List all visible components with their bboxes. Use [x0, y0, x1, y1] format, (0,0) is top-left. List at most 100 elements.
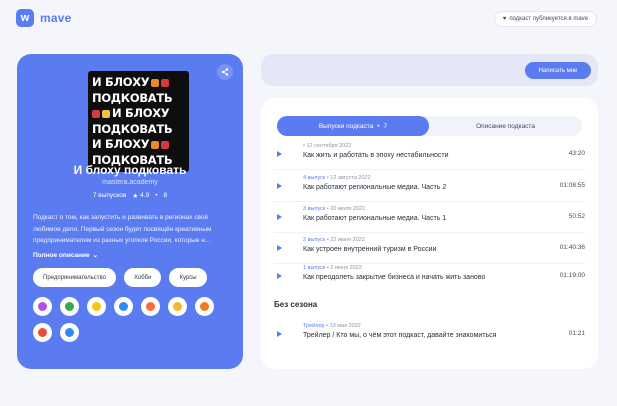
- cover-emoji: [161, 78, 170, 87]
- tab-episodes[interactable]: Выпуски подкаста • 7: [277, 116, 429, 136]
- tab-description[interactable]: Описание подкаста: [429, 116, 582, 136]
- podcast-stats: 7 выпусков ★ 4.9 • 8: [17, 192, 243, 200]
- podcast-cover: И БЛОХУ ПОДКОВАТЬ И БЛОХУ ПОДКОВАТЬ И БЛ…: [88, 71, 189, 172]
- episodes-panel: Выпуски подкаста • 7 Описание подкаста •…: [261, 98, 598, 369]
- sberzvuk-icon[interactable]: [168, 297, 187, 316]
- castbox-icon[interactable]: [114, 297, 133, 316]
- star-icon: ★: [132, 193, 139, 200]
- tag-hobby[interactable]: Хобби: [123, 268, 162, 287]
- podcast-card: И БЛОХУ ПОДКОВАТЬ И БЛОХУ ПОДКОВАТЬ И БЛ…: [17, 54, 243, 369]
- logo-text: mave: [40, 11, 72, 25]
- tags-list: Предпринимательство Хобби Курсы: [33, 268, 207, 287]
- rss-icon[interactable]: [60, 323, 79, 342]
- episode-row[interactable]: Трейлер • 13 мая 2022 Трейлер / Кто мы, …: [274, 323, 585, 347]
- tab-episodes-count: 7: [383, 122, 388, 130]
- write-me-button[interactable]: Написать мне: [525, 62, 591, 79]
- podcast-author[interactable]: mastera.academy: [17, 179, 243, 186]
- episode-row[interactable]: 2 выпуск • 22 июня 2022 Как устроен внут…: [274, 237, 585, 261]
- episode-row[interactable]: 1 выпуск • 2 июня 2022 Как преодолеть за…: [274, 265, 585, 289]
- apple-podcasts-icon[interactable]: [33, 297, 52, 316]
- episode-title[interactable]: Как устроен внутренний туризм в России: [303, 246, 436, 253]
- episode-meta: Трейлер • 13 мая 2022: [303, 323, 361, 329]
- episode-meta: 3 выпуск • 20 июля 2022: [303, 206, 365, 212]
- share-icon: [221, 68, 229, 76]
- dot-separator: •: [155, 192, 158, 199]
- episode-title[interactable]: Как работают региональные медиа. Часть 2: [303, 184, 446, 191]
- episode-duration: 01:40:36: [559, 244, 585, 251]
- episode-title[interactable]: Как работают региональные медиа. Часть 1: [303, 215, 446, 222]
- episode-date: 2 июня 2022: [330, 265, 362, 271]
- episode-row[interactable]: • 12 сентября 2022 Как жить и работать в…: [274, 143, 585, 167]
- chevron-down-icon: ⌄: [92, 252, 99, 259]
- episode-date: 12 августа 2022: [330, 175, 371, 181]
- tag-courses[interactable]: Курсы: [169, 268, 207, 287]
- episode-duration: 43:20: [568, 150, 585, 157]
- heart-icon: ♥: [502, 16, 507, 22]
- episode-row[interactable]: 4 выпуск • 12 августа 2022 Как работают …: [274, 175, 585, 199]
- google-podcasts-icon[interactable]: [60, 297, 79, 316]
- episode-title[interactable]: Трейлер / Кто мы, о чём этот подкаст, да…: [303, 332, 496, 339]
- full-description-label: Полное описание: [33, 251, 90, 259]
- tabs: Выпуски подкаста • 7 Описание подкаста: [277, 116, 582, 136]
- full-description-link[interactable]: Полное описание ⌄: [33, 251, 99, 260]
- rating-value: 4.9: [140, 192, 150, 199]
- podcast-addict-icon[interactable]: [33, 323, 52, 342]
- divider: [274, 232, 585, 233]
- episode-date: 13 мая 2022: [329, 323, 361, 329]
- cover-emoji: [151, 140, 160, 149]
- logo-mark: w: [16, 9, 34, 27]
- publisher-badge-text: подкаст публикуется в mave: [509, 16, 588, 22]
- episode-date: 22 июня 2022: [330, 237, 365, 243]
- divider: [274, 263, 585, 264]
- contact-panel: Написать мне: [261, 54, 598, 86]
- cover-emoji: [161, 140, 170, 149]
- dot-separator: •: [377, 122, 380, 130]
- episode-meta: 2 выпуск • 22 июня 2022: [303, 237, 365, 243]
- cover-line: И БЛОХУ: [92, 137, 185, 153]
- episode-title[interactable]: Как преодолеть закрытие бизнеса и начать…: [303, 274, 485, 281]
- episode-number: 3 выпуск: [303, 206, 326, 212]
- cover-line: И БЛОХУ: [92, 75, 185, 91]
- episode-date: 20 июля 2022: [330, 206, 365, 212]
- play-icon[interactable]: [277, 273, 282, 279]
- podcast-description: Подкаст о том, как запустить и развивать…: [33, 214, 212, 244]
- episode-date: 12 сентября 2022: [306, 143, 352, 149]
- cover-line: ПОДКОВАТЬ: [92, 121, 173, 136]
- play-icon[interactable]: [277, 331, 282, 337]
- episode-meta: • 12 сентября 2022: [303, 143, 351, 149]
- cover-line: ПОДКОВАТЬ: [92, 90, 173, 105]
- tag-entrepreneurship[interactable]: Предпринимательство: [33, 268, 116, 287]
- cover-emoji: [102, 109, 110, 118]
- cover-line: И БЛОХУ: [92, 106, 185, 122]
- episodes-count: 7 выпусков: [92, 192, 127, 199]
- cover-emoji: [151, 78, 160, 87]
- play-icon[interactable]: [277, 151, 282, 157]
- pocket-casts-icon[interactable]: [195, 297, 214, 316]
- divider: [274, 169, 585, 170]
- podcast-title: И блоху подковать: [73, 163, 187, 177]
- episode-title[interactable]: Как жить и работать в эпоху нестабильнос…: [303, 152, 449, 159]
- yandex-music-icon[interactable]: [87, 297, 106, 316]
- play-icon[interactable]: [277, 214, 282, 220]
- episode-number: Трейлер: [303, 323, 325, 329]
- episode-duration: 01:19:00: [559, 272, 585, 279]
- mave-logo[interactable]: w mave: [16, 9, 72, 27]
- episode-number: 1 выпуск: [303, 265, 326, 271]
- play-icon[interactable]: [277, 245, 282, 251]
- episode-meta: 1 выпуск • 2 июня 2022: [303, 265, 362, 271]
- share-button[interactable]: [217, 64, 233, 80]
- divider: [274, 201, 585, 202]
- tab-episodes-label: Выпуски подкаста: [318, 122, 374, 130]
- vk-icon[interactable]: [141, 297, 160, 316]
- rating-count: 8: [163, 192, 168, 199]
- episode-duration: 01:08:55: [559, 182, 585, 189]
- episode-duration: 01:21: [568, 330, 585, 337]
- cover-emoji: [92, 109, 100, 118]
- episode-number: 2 выпуск: [303, 237, 326, 243]
- episode-duration: 50:52: [568, 213, 585, 220]
- publisher-badge[interactable]: ♥ подкаст публикуется в mave: [493, 11, 597, 27]
- episode-row[interactable]: 3 выпуск • 20 июля 2022 Как работают рег…: [274, 206, 585, 230]
- section-title-no-season: Без сезона: [274, 300, 318, 309]
- play-icon[interactable]: [277, 183, 282, 189]
- episode-meta: 4 выпуск • 12 августа 2022: [303, 175, 371, 181]
